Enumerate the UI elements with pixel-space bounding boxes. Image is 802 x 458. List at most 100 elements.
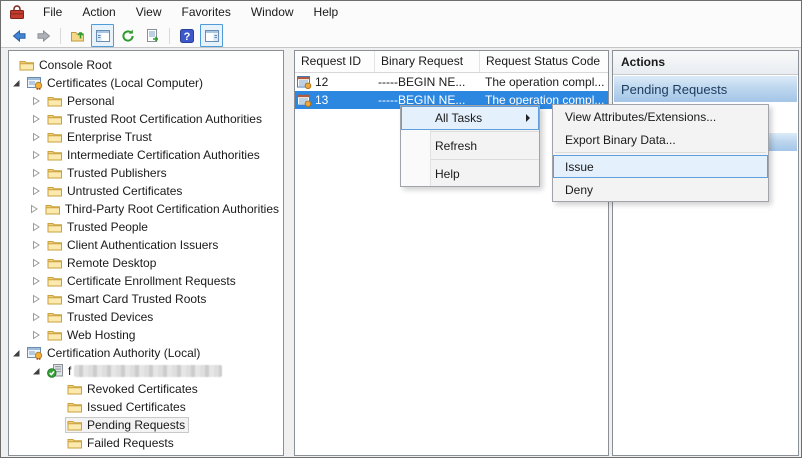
folder-icon bbox=[47, 328, 63, 342]
menu-help[interactable]: Help bbox=[304, 1, 349, 24]
submenu-item-view-attributes-extensions[interactable]: View Attributes/Extensions... bbox=[553, 105, 768, 128]
tree-item-f[interactable]: f bbox=[9, 362, 283, 380]
folder-icon bbox=[47, 184, 63, 198]
menu-favorites[interactable]: Favorites bbox=[172, 1, 241, 24]
tree-item-remote-desktop[interactable]: Remote Desktop bbox=[9, 254, 283, 272]
context-menu-item-help[interactable]: Help bbox=[401, 162, 539, 186]
expander-collapsed-icon[interactable] bbox=[32, 258, 45, 268]
expander-collapsed-icon[interactable] bbox=[30, 204, 43, 214]
menu-file[interactable]: File bbox=[33, 1, 72, 24]
show-console-tree-toggle[interactable] bbox=[91, 24, 114, 47]
expander-collapsed-icon[interactable] bbox=[32, 132, 45, 142]
tree-node: Smart Card Trusted Roots bbox=[45, 291, 210, 307]
expander-expanded-icon[interactable] bbox=[12, 78, 25, 88]
up-one-level-button[interactable] bbox=[66, 24, 89, 47]
tree-item-label: Trusted Root Certification Authorities bbox=[67, 112, 262, 126]
context-menu-item-refresh[interactable]: Refresh bbox=[401, 134, 539, 158]
expander-collapsed-icon[interactable] bbox=[32, 222, 45, 232]
menu-view[interactable]: View bbox=[126, 1, 172, 24]
tree-item-label: Certificate Enrollment Requests bbox=[67, 274, 236, 288]
tree-item-trusted-root-certification-authorities[interactable]: Trusted Root Certification Authorities bbox=[9, 110, 283, 128]
column-header-request-id[interactable]: Request ID bbox=[295, 51, 375, 72]
submenu-item-export-binary-data[interactable]: Export Binary Data... bbox=[553, 128, 768, 151]
context-menu-item-all-tasks[interactable]: All Tasks bbox=[401, 106, 539, 130]
tree-item-pending-requests[interactable]: Pending Requests bbox=[9, 416, 283, 434]
column-header-request-status-code[interactable]: Request Status Code bbox=[480, 51, 608, 72]
tree-item-label: Trusted People bbox=[67, 220, 148, 234]
tree-item-untrusted-certificates[interactable]: Untrusted Certificates bbox=[9, 182, 283, 200]
expander-collapsed-icon[interactable] bbox=[32, 96, 45, 106]
tree-item-revoked-certificates[interactable]: Revoked Certificates bbox=[9, 380, 283, 398]
export-list-icon bbox=[145, 28, 161, 44]
column-header-binary-request[interactable]: Binary Request bbox=[375, 51, 480, 72]
binary-request-cell: -----BEGIN NE... bbox=[375, 75, 480, 89]
tree-item-label: Issued Certificates bbox=[87, 400, 186, 414]
pending-request-icon bbox=[297, 93, 312, 107]
tree-item-console-root[interactable]: Console Root bbox=[9, 56, 283, 74]
expander-collapsed-icon[interactable] bbox=[32, 240, 45, 250]
show-action-pane-toggle[interactable] bbox=[200, 24, 223, 47]
tree-item-certificates-local-computer[interactable]: Certificates (Local Computer) bbox=[9, 74, 283, 92]
expander-collapsed-icon[interactable] bbox=[32, 114, 45, 124]
submenu-item-issue[interactable]: Issue bbox=[553, 155, 768, 178]
tree-item-personal[interactable]: Personal bbox=[9, 92, 283, 110]
folder-icon bbox=[67, 418, 83, 432]
tree-item-label: Remote Desktop bbox=[67, 256, 156, 270]
tree-item-label: Third-Party Root Certification Authoriti… bbox=[65, 202, 279, 216]
forward-arrow-icon bbox=[36, 28, 52, 44]
request-status-code-cell: The operation compl... bbox=[480, 75, 608, 89]
tree-node: Certification Authority (Local) bbox=[25, 345, 204, 361]
folder-icon bbox=[19, 58, 35, 72]
expander-expanded-icon[interactable] bbox=[12, 348, 25, 358]
tree-item-certification-authority-local[interactable]: Certification Authority (Local) bbox=[9, 344, 283, 362]
menu-window[interactable]: Window bbox=[241, 1, 304, 24]
expander-collapsed-icon[interactable] bbox=[32, 150, 45, 160]
tree-item-label: Console Root bbox=[39, 58, 112, 72]
menu-item-label: All Tasks bbox=[435, 111, 482, 125]
server-check-icon bbox=[47, 364, 64, 378]
expander-collapsed-icon[interactable] bbox=[32, 312, 45, 322]
menu-item-label: Issue bbox=[565, 160, 594, 174]
tree-item-trusted-publishers[interactable]: Trusted Publishers bbox=[9, 164, 283, 182]
help-button[interactable]: ? bbox=[175, 24, 198, 47]
submenu-item-deny[interactable]: Deny bbox=[553, 178, 768, 201]
expander-collapsed-icon[interactable] bbox=[32, 168, 45, 178]
tree-node: Client Authentication Issuers bbox=[45, 237, 222, 253]
tree-item-web-hosting[interactable]: Web Hosting bbox=[9, 326, 283, 344]
request-id-cell: 13 bbox=[295, 93, 375, 107]
folder-icon bbox=[47, 94, 63, 108]
tree-item-smart-card-trusted-roots[interactable]: Smart Card Trusted Roots bbox=[9, 290, 283, 308]
tree-item-enterprise-trust[interactable]: Enterprise Trust bbox=[9, 128, 283, 146]
expander-expanded-icon[interactable] bbox=[32, 366, 45, 376]
forward-button[interactable] bbox=[32, 24, 55, 47]
expander-collapsed-icon[interactable] bbox=[32, 186, 45, 196]
tree-item-certificate-enrollment-requests[interactable]: Certificate Enrollment Requests bbox=[9, 272, 283, 290]
expander-collapsed-icon[interactable] bbox=[32, 276, 45, 286]
tree-item-intermediate-certification-authorities[interactable]: Intermediate Certification Authorities bbox=[9, 146, 283, 164]
tree-item-trusted-people[interactable]: Trusted People bbox=[9, 218, 283, 236]
tree-item-label: Personal bbox=[67, 94, 114, 108]
menu-item-label: Help bbox=[435, 167, 460, 181]
export-list-button[interactable] bbox=[141, 24, 164, 47]
tree-item-trusted-devices[interactable]: Trusted Devices bbox=[9, 308, 283, 326]
expander-collapsed-icon[interactable] bbox=[32, 330, 45, 340]
tree-node: Web Hosting bbox=[45, 327, 139, 343]
tree-item-failed-requests[interactable]: Failed Requests bbox=[9, 434, 283, 452]
request-row-12[interactable]: 12-----BEGIN NE...The operation compl... bbox=[295, 73, 608, 91]
folder-icon bbox=[67, 382, 83, 396]
tree-item-issued-certificates[interactable]: Issued Certificates bbox=[9, 398, 283, 416]
expander-collapsed-icon[interactable] bbox=[32, 294, 45, 304]
refresh-button[interactable] bbox=[116, 24, 139, 47]
tree-item-third-party-root-certification-authorities[interactable]: Third-Party Root Certification Authoriti… bbox=[9, 200, 283, 218]
tree-node: Failed Requests bbox=[65, 435, 178, 451]
menu-action[interactable]: Action bbox=[72, 1, 125, 24]
tree-item-label: Revoked Certificates bbox=[87, 382, 198, 396]
tree-item-label: Trusted Publishers bbox=[67, 166, 167, 180]
menu-item-label: Deny bbox=[565, 183, 593, 197]
actions-section-pending-requests[interactable]: Pending Requests bbox=[614, 76, 797, 102]
actions-section-label: Pending Requests bbox=[621, 82, 727, 97]
cert-store-icon bbox=[27, 346, 43, 360]
tree-item-client-authentication-issuers[interactable]: Client Authentication Issuers bbox=[9, 236, 283, 254]
tree-node: Trusted People bbox=[45, 219, 152, 235]
back-button[interactable] bbox=[7, 24, 30, 47]
